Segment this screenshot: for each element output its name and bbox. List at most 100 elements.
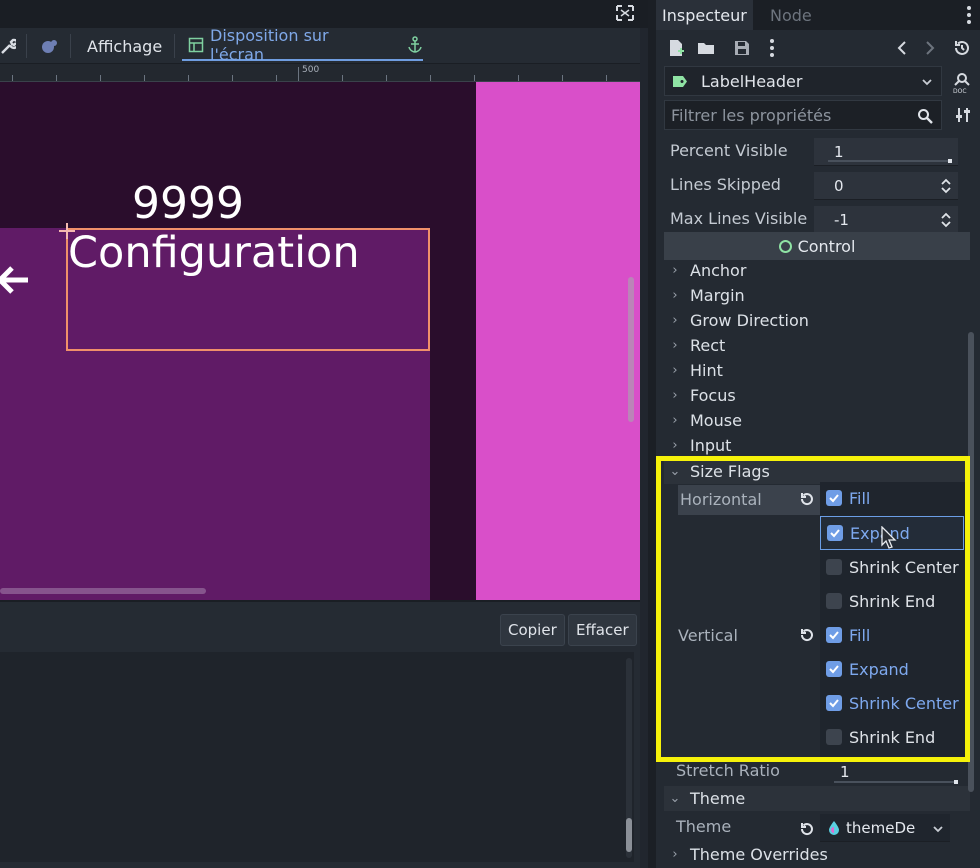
output-log[interactable] bbox=[0, 652, 634, 862]
back-arrow-icon bbox=[0, 266, 28, 294]
checkbox-checked-icon bbox=[826, 695, 842, 711]
history-icon[interactable] bbox=[952, 38, 972, 58]
group-mouse[interactable]: › Mouse bbox=[664, 408, 970, 433]
canvas-toolbar: Affichage Disposition sur l'écran bbox=[0, 26, 640, 64]
theme-icon bbox=[829, 821, 839, 835]
v-expand-checkbox[interactable]: Expand bbox=[820, 652, 964, 686]
panel-menu-icon[interactable] bbox=[966, 5, 972, 25]
chevron-right-icon: › bbox=[672, 413, 678, 428]
reset-icon[interactable] bbox=[798, 490, 816, 508]
history-back-icon[interactable] bbox=[892, 38, 912, 58]
group-label: Mouse bbox=[690, 411, 742, 430]
filter-placeholder: Filtrer les propriétés bbox=[671, 105, 832, 125]
checkbox-unchecked-icon bbox=[826, 593, 842, 609]
flag-label: Shrink End bbox=[849, 591, 936, 611]
chevron-right-icon: › bbox=[672, 847, 678, 862]
group-anchor[interactable]: › Anchor bbox=[664, 258, 970, 283]
viewport-number-label: 9999 bbox=[132, 178, 244, 229]
chevron-right-icon: › bbox=[672, 288, 678, 303]
wrench-icon[interactable] bbox=[0, 37, 16, 55]
search-icon bbox=[918, 109, 933, 124]
theme-resource-picker[interactable]: themeDe bbox=[820, 814, 950, 842]
h-shrink-end-checkbox[interactable]: Shrink End bbox=[820, 584, 964, 618]
mouse-cursor-icon bbox=[881, 526, 897, 549]
snap-icon[interactable] bbox=[40, 38, 60, 54]
pivot-cross-icon[interactable] bbox=[58, 222, 76, 240]
group-grow-direction[interactable]: › Grow Direction bbox=[664, 308, 970, 333]
tab-inspector[interactable]: Inspecteur bbox=[656, 0, 753, 30]
property-name: Percent Visible bbox=[670, 141, 788, 160]
property-row: Stretch Ratio 1 bbox=[670, 756, 960, 788]
property-row: Percent Visible 1 bbox=[664, 136, 958, 168]
group-theme-overrides[interactable]: › Theme Overrides bbox=[664, 842, 970, 867]
chevron-down-icon: ⌄ bbox=[669, 464, 681, 479]
canvas-viewport[interactable]: 9999 Configuration bbox=[0, 82, 640, 600]
node-name: LabelHeader bbox=[701, 71, 803, 91]
chevron-right-icon: › bbox=[672, 388, 678, 403]
toolbar-separator bbox=[70, 34, 71, 58]
chevron-down-icon bbox=[933, 826, 943, 833]
group-focus[interactable]: › Focus bbox=[664, 383, 970, 408]
property-value: 1 bbox=[834, 142, 844, 161]
layout-menu-label: Disposition sur l'écran bbox=[210, 26, 329, 64]
inspector-toolbar bbox=[656, 32, 980, 64]
flag-label: Fill bbox=[849, 625, 871, 645]
group-margin[interactable]: › Margin bbox=[664, 283, 970, 308]
inspector-panel: Inspecteur Node LabelHeader DOC Filtrer … bbox=[648, 0, 980, 868]
node-selector[interactable]: LabelHeader bbox=[664, 66, 942, 96]
group-label: Theme Overrides bbox=[690, 845, 828, 864]
group-rect[interactable]: › Rect bbox=[664, 333, 970, 358]
layout-menu[interactable]: Disposition sur l'écran bbox=[182, 26, 423, 64]
group-hint[interactable]: › Hint bbox=[664, 358, 970, 383]
slider-track bbox=[834, 780, 958, 784]
copy-button[interactable]: Copier bbox=[500, 614, 565, 646]
open-folder-icon[interactable] bbox=[696, 38, 716, 58]
save-icon[interactable] bbox=[732, 38, 752, 58]
group-input[interactable]: › Input bbox=[664, 433, 970, 458]
inspector-tabs: Inspecteur Node bbox=[656, 0, 980, 30]
new-resource-icon[interactable] bbox=[666, 38, 686, 58]
clear-button[interactable]: Effacer bbox=[568, 614, 637, 646]
more-options-icon[interactable] bbox=[762, 38, 782, 58]
property-value: themeDe bbox=[846, 818, 916, 837]
v-shrink-center-checkbox[interactable]: Shrink Center bbox=[820, 686, 964, 720]
inspector-scrollbar[interactable] bbox=[968, 140, 974, 860]
filter-settings-icon[interactable] bbox=[954, 106, 972, 124]
group-label: Theme bbox=[690, 789, 746, 808]
v-fill-checkbox[interactable]: Fill bbox=[820, 618, 964, 652]
control-node-icon bbox=[778, 239, 792, 253]
h-fill-checkbox[interactable]: Fill bbox=[820, 481, 964, 515]
h-shrink-center-checkbox[interactable]: Shrink Center bbox=[820, 550, 964, 584]
fullscreen-icon[interactable] bbox=[614, 3, 636, 23]
chevron-right-icon: › bbox=[672, 438, 678, 453]
history-forward-icon[interactable] bbox=[920, 38, 940, 58]
group-label: Size Flags bbox=[690, 462, 770, 481]
group-label: Focus bbox=[690, 386, 736, 405]
spinbox-arrows-icon[interactable] bbox=[940, 177, 952, 195]
group-label: Margin bbox=[690, 286, 745, 305]
tab-node[interactable]: Node bbox=[764, 0, 818, 30]
property-row: Theme themeDe bbox=[670, 812, 960, 844]
section-control[interactable]: Control bbox=[664, 232, 970, 260]
reset-icon[interactable] bbox=[798, 626, 816, 644]
v-shrink-end-checkbox[interactable]: Shrink End bbox=[820, 720, 964, 754]
node-docs-icon[interactable]: DOC bbox=[952, 72, 972, 94]
output-scrollbar[interactable] bbox=[626, 658, 632, 858]
flag-label: Expand bbox=[849, 659, 909, 679]
spinbox-arrows-icon[interactable] bbox=[940, 211, 952, 229]
reset-icon[interactable] bbox=[798, 820, 816, 838]
stretch-ratio-slider[interactable]: 1 bbox=[820, 758, 964, 786]
percent-visible-slider[interactable]: 1 bbox=[814, 138, 958, 166]
max-lines-visible-spinbox[interactable]: -1 bbox=[814, 206, 958, 234]
group-theme[interactable]: ⌄ Theme bbox=[664, 786, 970, 811]
checkbox-unchecked-icon bbox=[826, 559, 842, 575]
selection-rectangle[interactable] bbox=[66, 228, 430, 351]
lines-skipped-spinbox[interactable]: 0 bbox=[814, 172, 958, 200]
viewport-scrollbar-horizontal[interactable] bbox=[0, 588, 206, 594]
property-list: Percent Visible 1 Lines Skipped 0 Max Li… bbox=[656, 136, 980, 868]
property-row: Lines Skipped 0 bbox=[664, 170, 958, 202]
viewport-scrollbar-vertical[interactable] bbox=[628, 277, 634, 422]
chevron-right-icon: › bbox=[672, 263, 678, 278]
view-menu[interactable]: Affichage bbox=[87, 28, 162, 64]
property-filter-input[interactable]: Filtrer les propriétés bbox=[664, 100, 942, 130]
